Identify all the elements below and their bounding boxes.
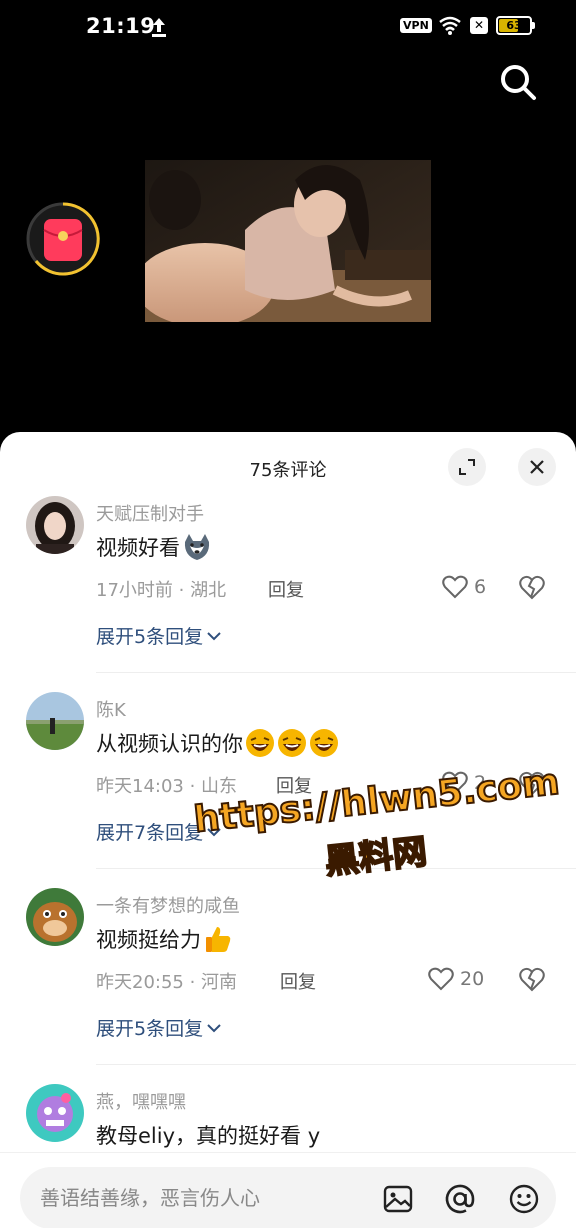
vpn-badge: VPN xyxy=(400,18,432,33)
comment-body: 视频挺给力 xyxy=(96,928,201,952)
like-count: 6 xyxy=(474,576,487,598)
video-thumbnail[interactable] xyxy=(145,160,431,322)
close-sheet-button[interactable] xyxy=(518,448,556,486)
mention-icon[interactable] xyxy=(444,1183,476,1215)
comment-text: 视频好看 xyxy=(96,532,212,562)
comment-time-location: 昨天20:55 · 河南 xyxy=(96,972,238,993)
expand-replies-label: 展开7条回复 xyxy=(96,822,204,844)
user-avatar[interactable] xyxy=(26,496,84,554)
thumbs-up-emoji xyxy=(206,927,231,952)
comment-item: 陈K 从视频认识的你 昨天14:03 · 山东 回复 2 展开7条回复 xyxy=(0,692,576,888)
laughing-emoji xyxy=(310,729,338,757)
laughing-emoji xyxy=(278,729,306,757)
laughing-emoji xyxy=(246,729,274,757)
comment-text: 视频挺给力 xyxy=(96,924,233,954)
divider xyxy=(96,1064,576,1065)
user-avatar[interactable] xyxy=(26,692,84,750)
status-time: 21:19 xyxy=(86,14,156,38)
comment-sheet: 75条评论 天赋压制对手 视频好看 17小时前 · 湖北 回复 6 展开5条回复… xyxy=(0,432,576,1228)
divider xyxy=(96,868,576,869)
comment-author[interactable]: 陈K xyxy=(96,696,126,722)
like-count: 20 xyxy=(460,968,485,990)
battery-level: 63 xyxy=(506,19,522,32)
comment-input-pill xyxy=(20,1167,556,1228)
close-icon xyxy=(530,460,544,474)
broken-heart-icon[interactable] xyxy=(518,573,546,601)
like-button[interactable]: 6 xyxy=(442,572,486,602)
image-icon[interactable] xyxy=(382,1183,414,1215)
comment-count-title: 75条评论 xyxy=(249,460,327,481)
expand-replies-link[interactable]: 展开5条回复 xyxy=(96,1014,221,1041)
comment-author[interactable]: 燕，嘿嘿嘿 xyxy=(96,1088,186,1114)
comment-input-bar xyxy=(0,1152,576,1228)
status-bar: 21:19 VPN ✕ 63 xyxy=(0,0,576,52)
comment-body: 从视频认识的你 xyxy=(96,732,243,756)
comment-author[interactable]: 天赋压制对手 xyxy=(96,500,204,526)
upload-icon xyxy=(152,18,166,37)
comment-text: 从视频认识的你 xyxy=(96,728,339,758)
red-packet-icon[interactable] xyxy=(24,200,102,278)
comment-text: 教母eliy，真的挺好看 y xyxy=(96,1120,320,1150)
like-count: 2 xyxy=(474,772,487,794)
search-icon[interactable] xyxy=(498,62,538,102)
comment-author[interactable]: 一条有梦想的咸鱼 xyxy=(96,892,240,918)
reply-button[interactable]: 回复 xyxy=(280,968,316,994)
chevron-down-icon xyxy=(207,827,221,836)
comment-body: 教母eliy，真的挺好看 y xyxy=(96,1124,321,1148)
comment-item: 一条有梦想的咸鱼 视频挺给力 昨天20:55 · 河南 回复 20 展开5条回复 xyxy=(0,888,576,1084)
expand-replies-label: 展开5条回复 xyxy=(96,1018,204,1040)
heart-icon xyxy=(428,967,454,991)
emoji-icon[interactable] xyxy=(508,1183,540,1215)
reply-button[interactable]: 回复 xyxy=(276,772,312,798)
broken-heart-icon[interactable] xyxy=(518,965,546,993)
comment-item: 天赋压制对手 视频好看 17小时前 · 湖北 回复 6 展开5条回复 xyxy=(0,496,576,692)
like-button[interactable]: 20 xyxy=(428,964,484,994)
husky-emoji xyxy=(184,534,210,560)
heart-icon xyxy=(442,575,468,599)
user-avatar[interactable] xyxy=(26,888,84,946)
battery-icon: 63 xyxy=(496,16,532,35)
video-area[interactable] xyxy=(0,52,576,442)
chevron-down-icon xyxy=(207,1023,221,1032)
chevron-down-icon xyxy=(207,631,221,640)
expand-sheet-button[interactable] xyxy=(448,448,486,486)
expand-replies-link[interactable]: 展开7条回复 xyxy=(96,818,221,845)
expand-icon xyxy=(459,459,475,475)
broken-heart-icon[interactable] xyxy=(518,769,546,797)
comment-input[interactable] xyxy=(40,1167,360,1228)
comment-time-location: 17小时前 · 湖北 xyxy=(96,580,227,601)
reply-button[interactable]: 回复 xyxy=(268,576,304,602)
comment-body: 视频好看 xyxy=(96,536,180,560)
like-button[interactable]: 2 xyxy=(442,768,486,798)
battery-cap xyxy=(532,22,535,29)
wifi-icon xyxy=(439,16,461,35)
heart-icon xyxy=(442,771,468,795)
x-badge: ✕ xyxy=(470,17,488,34)
comment-time-location: 昨天14:03 · 山东 xyxy=(96,776,238,797)
divider xyxy=(96,672,576,673)
expand-replies-label: 展开5条回复 xyxy=(96,626,204,648)
expand-replies-link[interactable]: 展开5条回复 xyxy=(96,622,221,649)
user-avatar[interactable] xyxy=(26,1084,84,1142)
